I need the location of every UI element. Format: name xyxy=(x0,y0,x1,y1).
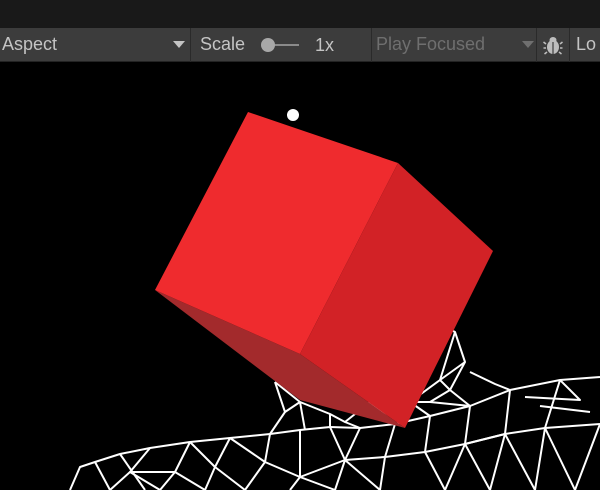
scene-render xyxy=(69,109,600,490)
play-mode-label: Play Focused xyxy=(376,34,486,54)
red-cube[interactable] xyxy=(155,112,493,428)
terrain-edge xyxy=(424,415,446,490)
terrain-edge xyxy=(544,379,576,490)
scale-label: Scale xyxy=(200,34,246,54)
terrain-edge xyxy=(574,423,600,490)
scale-value: 1x xyxy=(315,34,335,55)
terrain-edge xyxy=(129,447,161,490)
terrain-edge xyxy=(524,379,581,401)
scale-control: Scale 1x xyxy=(191,28,371,62)
terrain-edge xyxy=(539,405,591,413)
scale-slider-knob[interactable] xyxy=(261,37,275,52)
terrain-edge xyxy=(174,441,206,490)
window-titlebar xyxy=(0,0,600,28)
chevron-down-icon xyxy=(522,40,534,48)
terrain-edge xyxy=(264,433,301,490)
game-viewport[interactable] xyxy=(0,62,600,490)
terrain-edge xyxy=(534,427,546,490)
aspect-label: Aspect xyxy=(2,34,58,54)
terrain-edge xyxy=(464,405,491,490)
bug-icon xyxy=(543,36,563,55)
chevron-down-icon xyxy=(173,40,185,48)
terrain-edge xyxy=(384,423,600,458)
terrain-edge xyxy=(299,430,336,490)
terrain-edge xyxy=(329,426,346,490)
terrain-edge xyxy=(94,461,111,490)
trailing-toolbar-item[interactable]: Lo xyxy=(570,34,596,55)
aspect-dropdown[interactable]: Aspect xyxy=(0,28,190,62)
bug-button[interactable] xyxy=(537,28,569,62)
terrain-edge xyxy=(504,389,536,490)
play-mode-dropdown[interactable]: Play Focused xyxy=(372,28,536,62)
terrain-edge xyxy=(469,371,511,391)
terrain-edge xyxy=(429,401,471,407)
marker-dot xyxy=(287,109,299,121)
scale-slider[interactable] xyxy=(261,37,301,53)
game-view-window: Aspect Scale 1x Play Focused Lo xyxy=(0,0,600,490)
terrain-edge xyxy=(299,401,306,431)
terrain-edge xyxy=(69,433,271,490)
terrain-edge xyxy=(269,411,286,435)
game-view-toolbar: Aspect Scale 1x Play Focused Lo xyxy=(0,27,600,62)
